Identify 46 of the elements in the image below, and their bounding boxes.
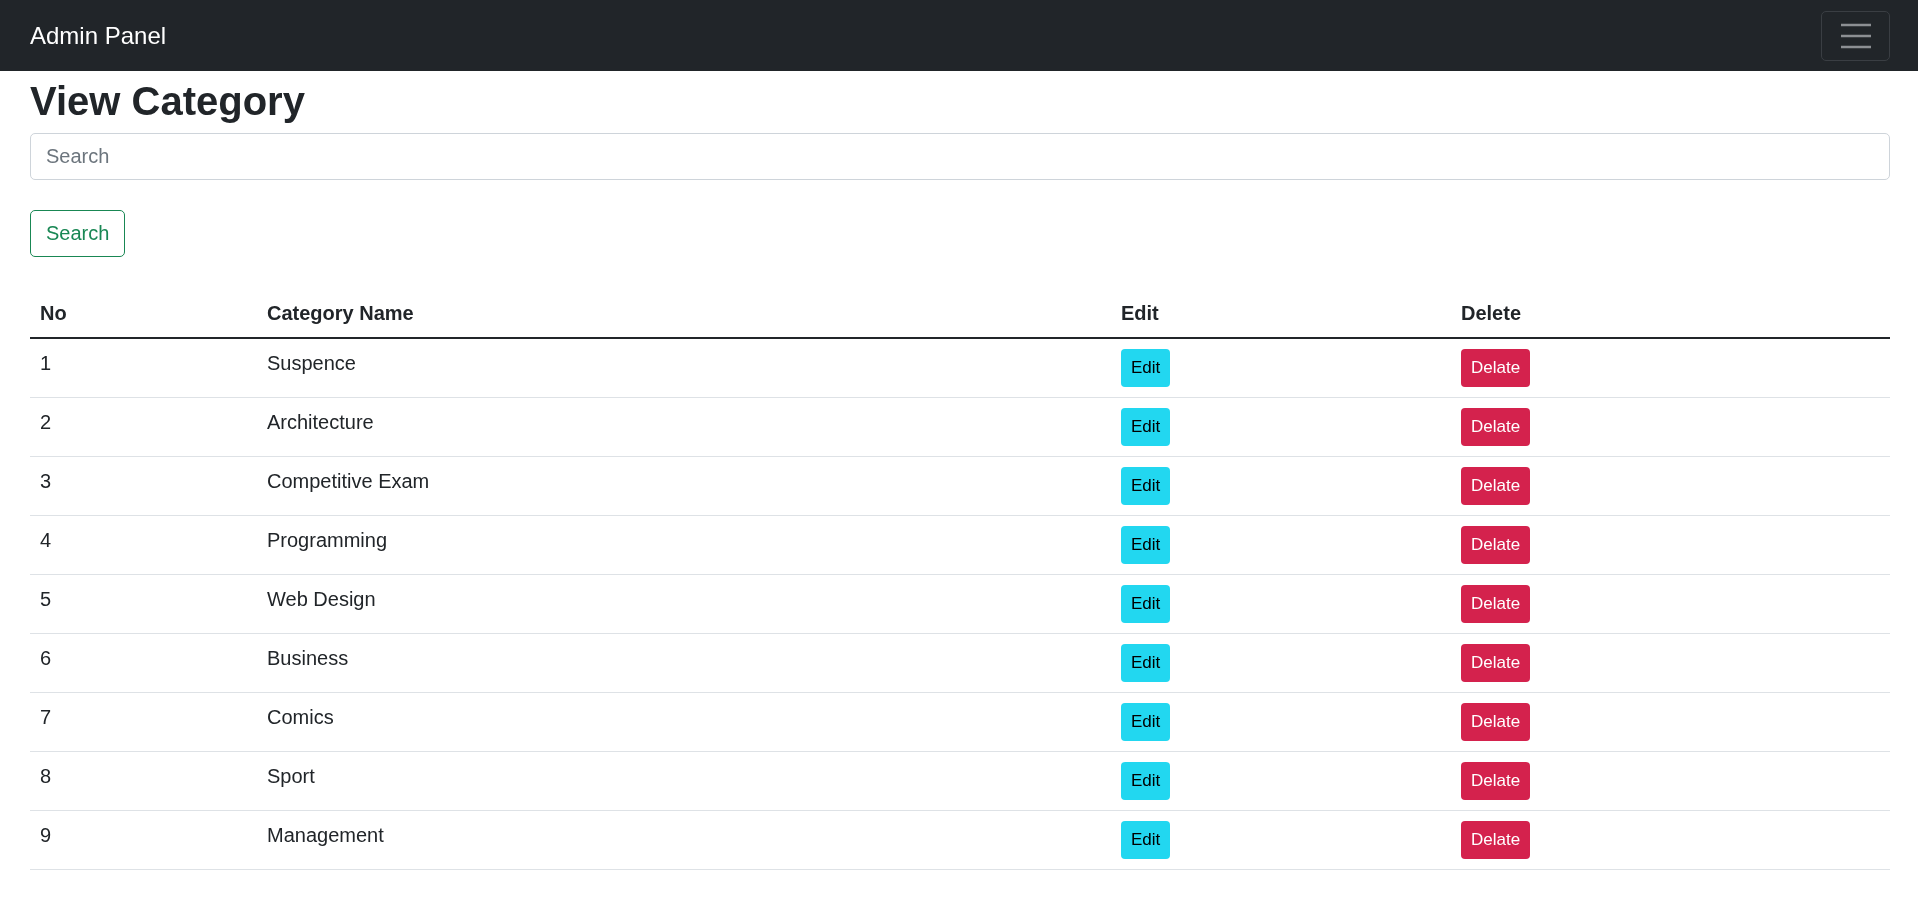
edit-button[interactable]: Edit xyxy=(1121,467,1171,505)
table-cell-text: 9 xyxy=(40,823,52,847)
table-cell-text: 2 xyxy=(40,410,52,434)
delete-button[interactable]: Delate xyxy=(1461,585,1531,623)
navbar-brand[interactable]: Admin Panel xyxy=(30,21,167,50)
table-cell-text: Programming xyxy=(267,528,388,552)
table-cell-text: Management xyxy=(267,823,384,847)
edit-button[interactable]: Edit xyxy=(1121,821,1171,859)
column-header: Delete xyxy=(1461,302,1522,324)
edit-button[interactable]: Edit xyxy=(1121,644,1171,682)
table-cell-text: Sport xyxy=(267,764,315,788)
edit-button[interactable]: Edit xyxy=(1121,703,1171,741)
table-cell-text: 1 xyxy=(40,351,52,375)
table-cell-text: Business xyxy=(267,646,349,670)
edit-button[interactable]: Edit xyxy=(1121,408,1171,446)
edit-button[interactable]: Edit xyxy=(1121,585,1171,623)
table-cell-text: 3 xyxy=(40,469,52,493)
delete-button[interactable]: Delate xyxy=(1461,703,1531,741)
column-header: No xyxy=(40,302,67,324)
delete-button[interactable]: Delate xyxy=(1461,762,1531,800)
edit-button[interactable]: Edit xyxy=(1121,762,1171,800)
table-cell-text: 7 xyxy=(40,705,52,729)
table-cell-text: Architecture xyxy=(267,410,374,434)
menu-icon xyxy=(1839,22,1872,49)
menu-button[interactable] xyxy=(1821,10,1890,61)
column-header: Edit xyxy=(1121,302,1159,324)
table-cell-text: 5 xyxy=(40,587,52,611)
delete-button[interactable]: Delate xyxy=(1461,349,1531,387)
table-cell-text: Comics xyxy=(267,705,334,729)
table-cell-text: Web Design xyxy=(267,587,376,611)
delete-button[interactable]: Delate xyxy=(1461,526,1531,564)
table-cell-text: Suspence xyxy=(267,351,356,375)
table-cell-text: 6 xyxy=(40,646,52,670)
table-cell-text: 4 xyxy=(40,528,52,552)
search-field[interactable]: Search xyxy=(30,133,1890,180)
delete-button[interactable]: Delate xyxy=(1461,644,1531,682)
delete-button[interactable]: Delate xyxy=(1461,821,1531,859)
edit-button[interactable]: Edit xyxy=(1121,526,1171,564)
table-cell-text: 8 xyxy=(40,764,52,788)
search-button[interactable]: Search xyxy=(30,210,126,257)
page-heading: View Category xyxy=(30,78,306,125)
delete-button[interactable]: Delate xyxy=(1461,467,1531,505)
edit-button[interactable]: Edit xyxy=(1121,349,1171,387)
column-header: Category Name xyxy=(267,302,414,324)
delete-button[interactable]: Delate xyxy=(1461,408,1531,446)
table-cell-text: Competitive Exam xyxy=(267,469,430,493)
